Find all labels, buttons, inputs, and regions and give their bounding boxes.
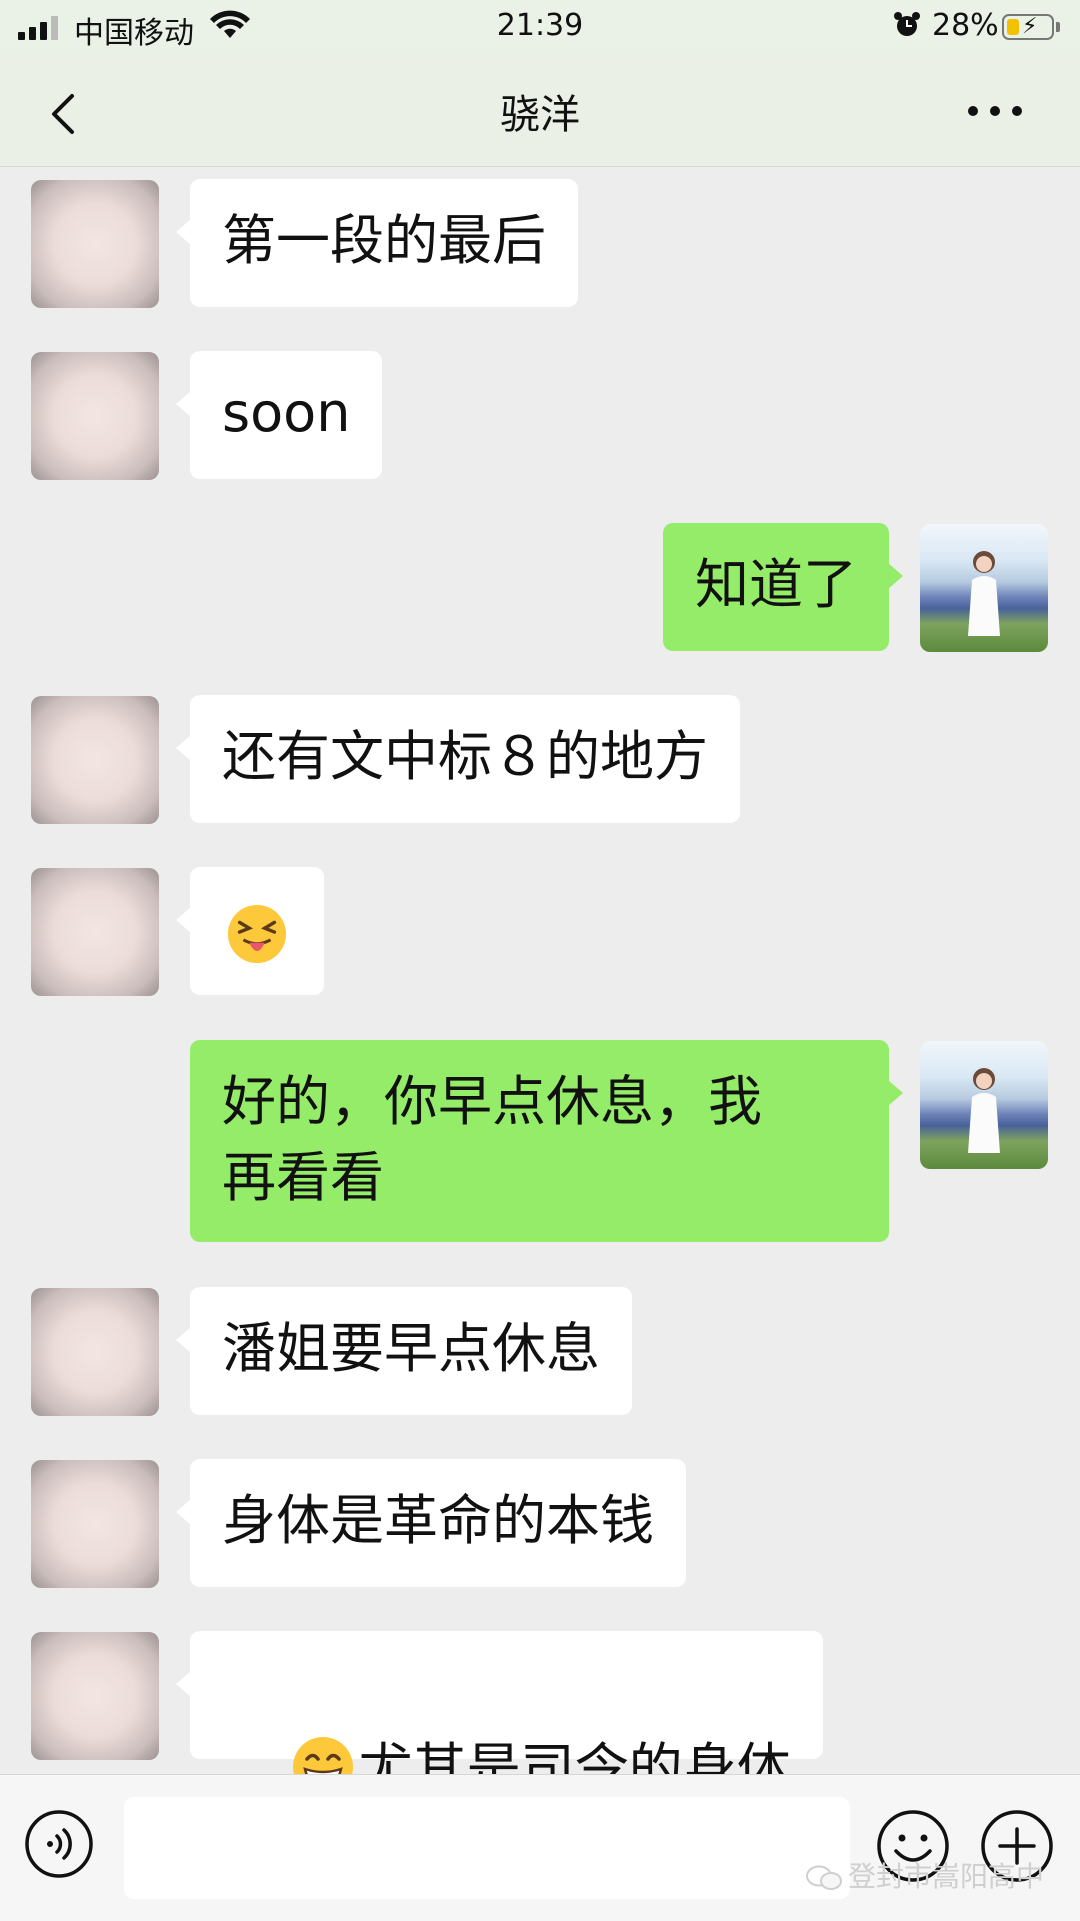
watermark: 登封市嵩阳高中 [806, 1855, 1044, 1895]
message-bubble-incoming[interactable]: soon [175, 351, 383, 479]
battery-cap [1056, 22, 1060, 32]
avatar-contact[interactable] [31, 180, 159, 308]
battery-percent: 28% [932, 8, 999, 43]
message-bubble-incoming[interactable]: 身体是革命的本钱 [176, 1459, 686, 1587]
message-bubble-incoming[interactable]: 还有文中标８的地方 [176, 695, 740, 823]
nav-bar: 骁洋 [0, 54, 1080, 167]
message-bubble-incoming[interactable]: 潘姐要早点休息 [176, 1287, 632, 1415]
chat-title: 骁洋 [500, 92, 580, 138]
message-list[interactable]: 第一段的最后 soon 知道了 还有文中标８的地方 好的，你早点休息，我 再看看… [0, 167, 1080, 1800]
avatar-contact[interactable] [31, 1632, 159, 1760]
avatar-contact[interactable] [31, 696, 159, 824]
avatar-contact[interactable] [31, 1288, 159, 1416]
status-bar: 中国移动 21:39 28% ⚡ [0, 0, 1080, 54]
battery-fill [1007, 19, 1019, 35]
charging-bolt-icon: ⚡ [1022, 14, 1038, 39]
more-dots-icon[interactable] [960, 86, 1030, 136]
battery-icon: ⚡ [1002, 14, 1054, 40]
input-bar: 登封市嵩阳高中 [0, 1774, 1080, 1921]
wechat-icon [806, 1865, 842, 1890]
alarm-icon [894, 12, 920, 36]
watermark-text: 登封市嵩阳高中 [848, 1860, 1045, 1893]
message-input[interactable] [124, 1797, 850, 1899]
avatar-contact[interactable] [31, 868, 159, 996]
avatar-self[interactable] [920, 1041, 1048, 1169]
message-bubble-incoming[interactable]: 尤其是司令的身体 [176, 1631, 823, 1800]
message-bubble-incoming[interactable]: 第一段的最后 [176, 179, 578, 307]
voice-icon[interactable] [24, 1809, 94, 1879]
message-bubble-outgoing[interactable]: 知道了 [663, 523, 903, 651]
avatar-contact[interactable] [31, 1460, 159, 1588]
squinting-tongue-emoji-icon [227, 904, 287, 964]
message-bubble-incoming[interactable] [176, 867, 324, 995]
avatar-self[interactable] [920, 524, 1048, 652]
avatar-contact[interactable] [31, 352, 159, 480]
avatar-photo [968, 551, 1000, 636]
message-bubble-outgoing[interactable]: 好的，你早点休息，我 再看看 [190, 1040, 903, 1242]
avatar-photo [968, 1068, 1000, 1153]
